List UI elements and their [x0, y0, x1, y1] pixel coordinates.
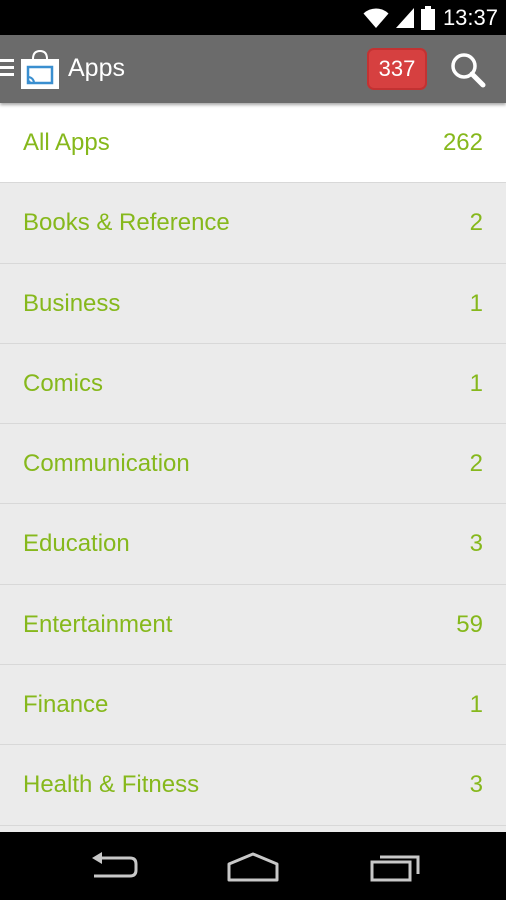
signal-icon — [395, 7, 415, 29]
category-list: All Apps 262 Books & Reference 2 Busines… — [0, 103, 506, 826]
category-count: 262 — [442, 129, 483, 156]
category-label: Entertainment — [23, 610, 173, 638]
category-row-entertainment[interactable]: Entertainment 59 — [0, 584, 506, 666]
category-row-education[interactable]: Education 3 — [0, 504, 506, 585]
category-row-finance[interactable]: Finance 1 — [0, 665, 506, 746]
category-count: 3 — [469, 530, 483, 558]
menu-icon[interactable] — [0, 59, 16, 79]
category-label: All Apps — [23, 129, 110, 156]
battery-icon — [420, 5, 435, 30]
shopping-bag-app-icon[interactable] — [18, 47, 62, 91]
category-row-all-apps[interactable]: All Apps 262 — [0, 103, 506, 184]
status-bar: 13:37 — [0, 0, 506, 35]
category-count: 1 — [469, 369, 483, 397]
category-label: Communication — [23, 450, 190, 478]
category-count: 3 — [469, 771, 483, 799]
updates-count-badge[interactable]: 337 — [367, 48, 427, 90]
category-label: Books & Reference — [23, 209, 230, 237]
category-label: Comics — [23, 369, 104, 397]
category-label: Health & Fitness — [23, 771, 200, 799]
category-label: Finance — [23, 691, 109, 719]
wifi-icon — [363, 7, 389, 29]
category-row-communication[interactable]: Communication 2 — [0, 424, 506, 505]
category-row-comics[interactable]: Comics 1 — [0, 343, 506, 425]
action-bar: Apps 337 — [0, 35, 506, 103]
navigation-bar — [0, 832, 506, 900]
page-title: Apps — [68, 54, 125, 82]
category-row-business[interactable]: Business 1 — [0, 263, 506, 344]
category-label: Business — [23, 289, 121, 317]
home-icon[interactable] — [223, 846, 283, 886]
search-icon[interactable] — [448, 50, 488, 90]
clock: 13:37 — [442, 4, 498, 30]
category-count: 59 — [456, 610, 483, 638]
category-count: 1 — [469, 691, 483, 719]
category-row-health-fitness[interactable]: Health & Fitness 3 — [0, 745, 506, 826]
category-count: 2 — [469, 450, 483, 478]
category-row-books-reference[interactable]: Books & Reference 2 — [0, 183, 506, 264]
category-label: Education — [23, 530, 130, 558]
category-count: 2 — [469, 209, 483, 237]
recents-icon[interactable] — [364, 846, 424, 886]
back-icon[interactable] — [82, 846, 142, 886]
category-count: 1 — [469, 289, 483, 317]
